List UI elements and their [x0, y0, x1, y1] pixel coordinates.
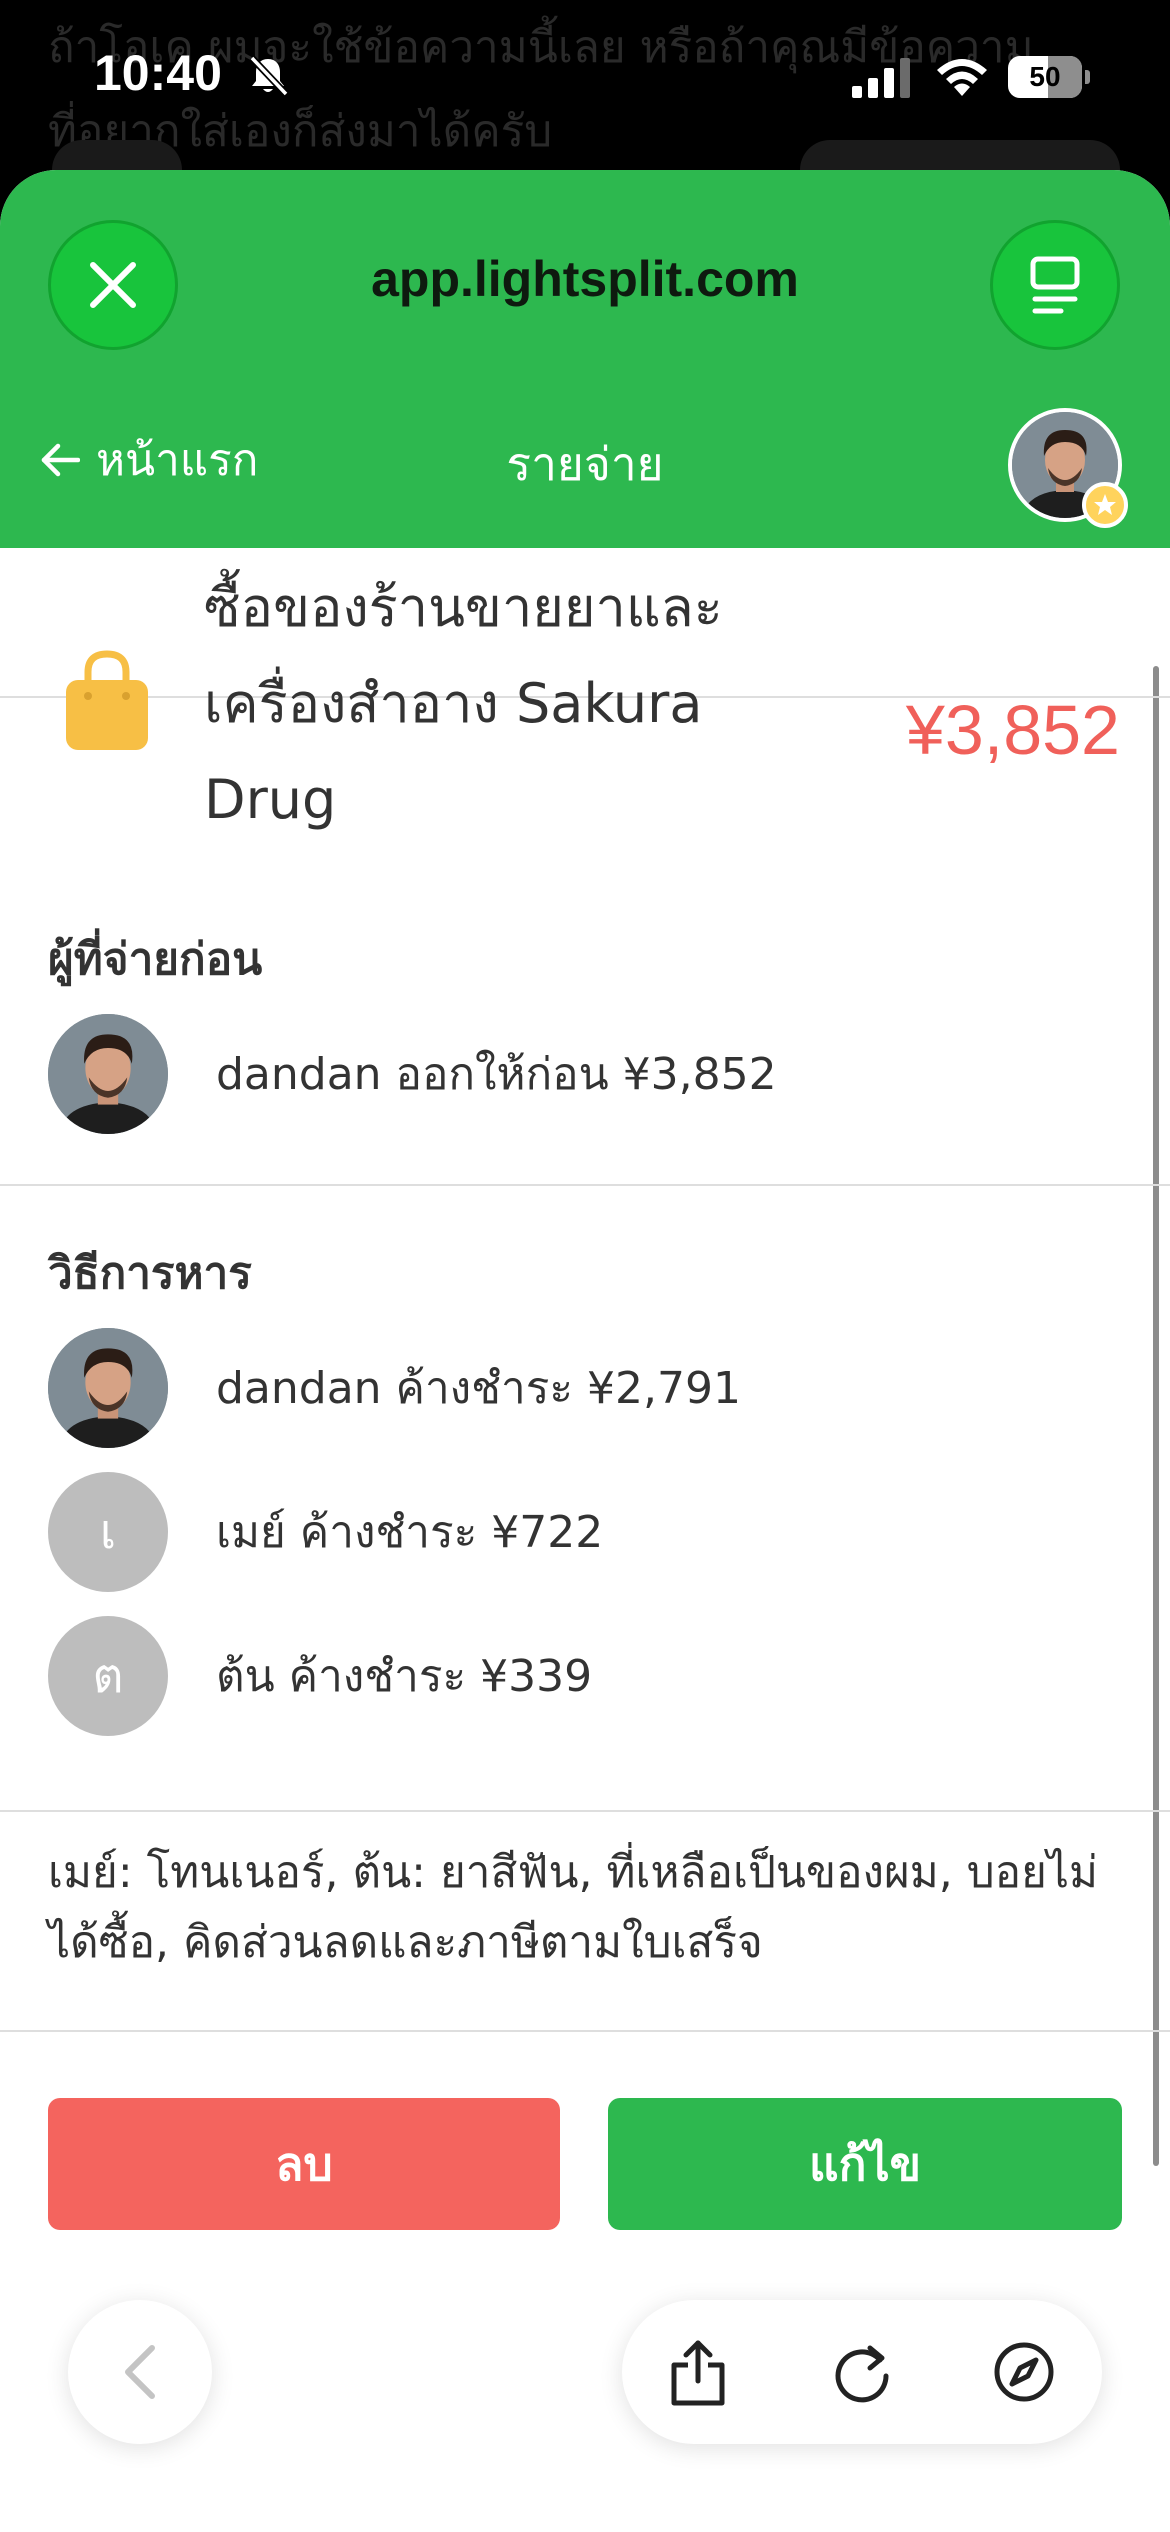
back-chevron-icon: [125, 2345, 155, 2399]
delete-button[interactable]: ลบ: [48, 2098, 560, 2230]
list-item: ต ต้น ค้างชำระ ¥339: [48, 1616, 592, 1736]
wifi-icon: [937, 59, 987, 96]
list-item: dandan ออกให้ก่อน ¥3,852: [48, 1014, 777, 1134]
list-item: dandan ค้างชำระ ¥2,791: [48, 1328, 741, 1448]
avatar: [48, 1328, 168, 1448]
split-title: วิธีการหาร: [48, 1248, 252, 1299]
avatar-initial: เ: [48, 1472, 168, 1592]
status-bar: 10:40 50: [0, 0, 1170, 150]
expense-note: เมย์: โทนเนอร์, ต้น: ยาสีฟัน, ที่เหลือเป…: [48, 1847, 1099, 1968]
status-time: 10:40: [94, 45, 222, 101]
person-avatar-image: [48, 1014, 168, 1134]
split-row-text: เมย์ ค้างชำระ ¥722: [216, 1507, 604, 1558]
shopping-bag-icon: [66, 650, 148, 750]
split-row-text: dandan ค้างชำระ ¥2,791: [216, 1363, 741, 1414]
reload-button[interactable]: [826, 2336, 898, 2408]
tab-menu-button[interactable]: [990, 220, 1120, 350]
share-button[interactable]: [662, 2336, 734, 2408]
compass-icon: [994, 2342, 1054, 2402]
avatar-initial: ต: [48, 1616, 168, 1736]
browser-back-button[interactable]: [68, 2300, 212, 2444]
cellular-signal-icon: [852, 58, 910, 98]
browser-toolbar: [622, 2300, 1102, 2444]
expense-amount: ¥3,852: [905, 691, 1120, 769]
compass-button[interactable]: [988, 2336, 1060, 2408]
bell-slash-icon: [249, 55, 289, 97]
share-icon: [671, 2340, 725, 2406]
reload-icon: [835, 2345, 889, 2403]
battery-level: 50: [1029, 61, 1061, 92]
split-row-text: ต้น ค้างชำระ ¥339: [216, 1651, 593, 1702]
paid-by-text: dandan ออกให้ก่อน ¥3,852: [216, 1049, 777, 1100]
expense-title: ซื้อของร้านขายยาและ เครื่องสำอาง Sakura …: [204, 576, 723, 831]
person-avatar-image: [48, 1328, 168, 1448]
tab-menu-icon: [1030, 256, 1080, 314]
avatar: [48, 1014, 168, 1134]
list-item: เ เมย์ ค้างชำระ ¥722: [48, 1472, 603, 1592]
edit-button[interactable]: แก้ไข: [608, 2098, 1122, 2230]
battery-icon: 50: [1008, 56, 1090, 98]
paid-by-title: ผู้ที่จ่ายก่อน: [48, 934, 263, 985]
